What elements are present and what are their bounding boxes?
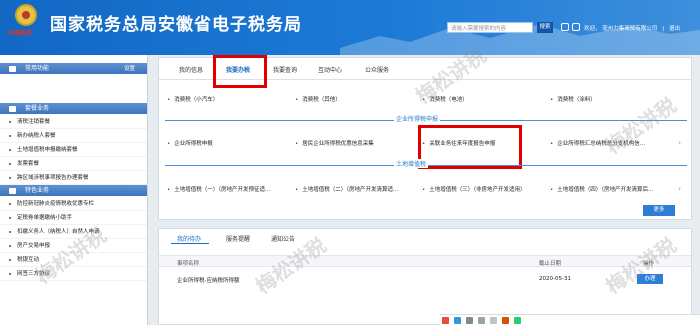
sidebar: 常用功能 设置 套餐业务 清税注销套餐 新办纳税人套餐 土地增值税申报缴纳套餐 … — [0, 55, 148, 325]
section-title: 土地增值税 — [394, 159, 429, 168]
sidebar-section-common[interactable]: 常用功能 设置 — [0, 63, 147, 75]
welcome-text: 欢迎， 亳州力集商贸有限公司 | 退出 — [584, 26, 681, 32]
user-icon[interactable] — [561, 23, 569, 31]
sidebar-item[interactable]: 清税注销套餐 — [0, 115, 147, 129]
list-item[interactable]: 土地增值税（一）（房地产开发预征适... — [167, 185, 270, 193]
site-header: 中国税务 国家税务总局安徽省电子税务局 请输入需要搜索的内容 搜索 欢迎， 亳州… — [0, 0, 700, 55]
tab-public-service[interactable]: 公众服务 — [365, 65, 389, 74]
star-icon — [9, 188, 16, 194]
tab-service-reminder[interactable]: 服务提醒 — [226, 234, 250, 243]
package-icon — [9, 106, 16, 112]
search-input[interactable]: 请输入需要搜索的内容 — [447, 22, 533, 33]
keyboard-icon[interactable] — [454, 317, 461, 324]
sidebar-item[interactable]: 跨区域涉税事项报告办理套餐 — [0, 171, 147, 185]
list-item[interactable]: 消费税（小汽车） — [167, 95, 218, 103]
tax-emblem-icon — [15, 4, 37, 26]
search-button[interactable]: 搜索 — [537, 22, 553, 33]
sidebar-section-packages[interactable]: 套餐业务 — [0, 103, 147, 115]
tab-interaction[interactable]: 互动中心 — [318, 65, 342, 74]
list-item[interactable]: 土地增值税（二）（房地产开发清算适... — [295, 185, 398, 193]
sidebar-item[interactable]: 定税券单据缴纳小助手 — [0, 211, 147, 225]
highlight-box-item — [418, 125, 522, 169]
sidebar-item[interactable]: 发票套餐 — [0, 157, 147, 171]
emblem-caption: 中国税务 — [8, 30, 33, 37]
network-icon[interactable] — [514, 317, 521, 324]
microphone-icon[interactable] — [466, 317, 473, 324]
column-header: 截止日期 — [539, 261, 562, 267]
tab-query[interactable]: 我要查询 — [273, 65, 297, 74]
sidebar-item[interactable]: 新办纳税人套餐 — [0, 129, 147, 143]
todo-item-deadline: 2020-05-31 — [539, 276, 571, 282]
message-icon[interactable] — [572, 23, 580, 31]
active-tab-underline — [171, 243, 209, 244]
input-method-icon[interactable] — [442, 317, 449, 324]
more-button[interactable]: 更多 — [643, 205, 675, 216]
list-item[interactable]: 土地增值税（三）（非房地产开发适用） — [422, 185, 525, 193]
list-item[interactable]: 居民企业所得税优惠信息采集 — [295, 139, 374, 147]
system-tray — [440, 314, 700, 325]
site-title: 国家税务总局安徽省电子税务局 — [50, 15, 302, 35]
column-header: 事项名称 — [177, 261, 200, 267]
list-item[interactable]: 企业所得税申报 — [167, 139, 213, 147]
logout-link[interactable]: 退出 — [669, 26, 680, 32]
app-icon[interactable] — [502, 317, 509, 324]
settings-link[interactable]: 设置 — [124, 63, 135, 75]
chevron-right-icon[interactable]: › — [678, 185, 681, 193]
settings-icon[interactable] — [490, 317, 497, 324]
tray-icon[interactable] — [478, 317, 485, 324]
list-item[interactable]: 消费税（其他） — [295, 95, 341, 103]
sidebar-item[interactable]: 土地增值税申报缴纳套餐 — [0, 143, 147, 157]
tab-my-info[interactable]: 我的信息 — [179, 65, 203, 74]
sidebar-section-special[interactable]: 特色业务 — [0, 185, 147, 197]
chevron-right-icon[interactable]: › — [678, 139, 681, 147]
tab-notices[interactable]: 通知公告 — [271, 234, 295, 243]
tab-my-todo[interactable]: 我的待办 — [177, 234, 201, 243]
todo-item-name: 企业所得税-应纳税所得额 — [177, 278, 240, 284]
section-title: 企业所得税申报 — [394, 114, 441, 123]
highlight-box-tab — [213, 55, 267, 88]
list-item[interactable]: 消费税（涂料） — [550, 95, 596, 103]
table-header: 事项名称 截止日期 操作 — [159, 255, 691, 267]
home-icon — [9, 66, 16, 72]
list-item[interactable]: 土地增值税（四）（房地产开发清算后... — [550, 185, 653, 193]
sidebar-item[interactable]: 防控新冠肺炎疫情税收优惠专栏 — [0, 197, 147, 211]
